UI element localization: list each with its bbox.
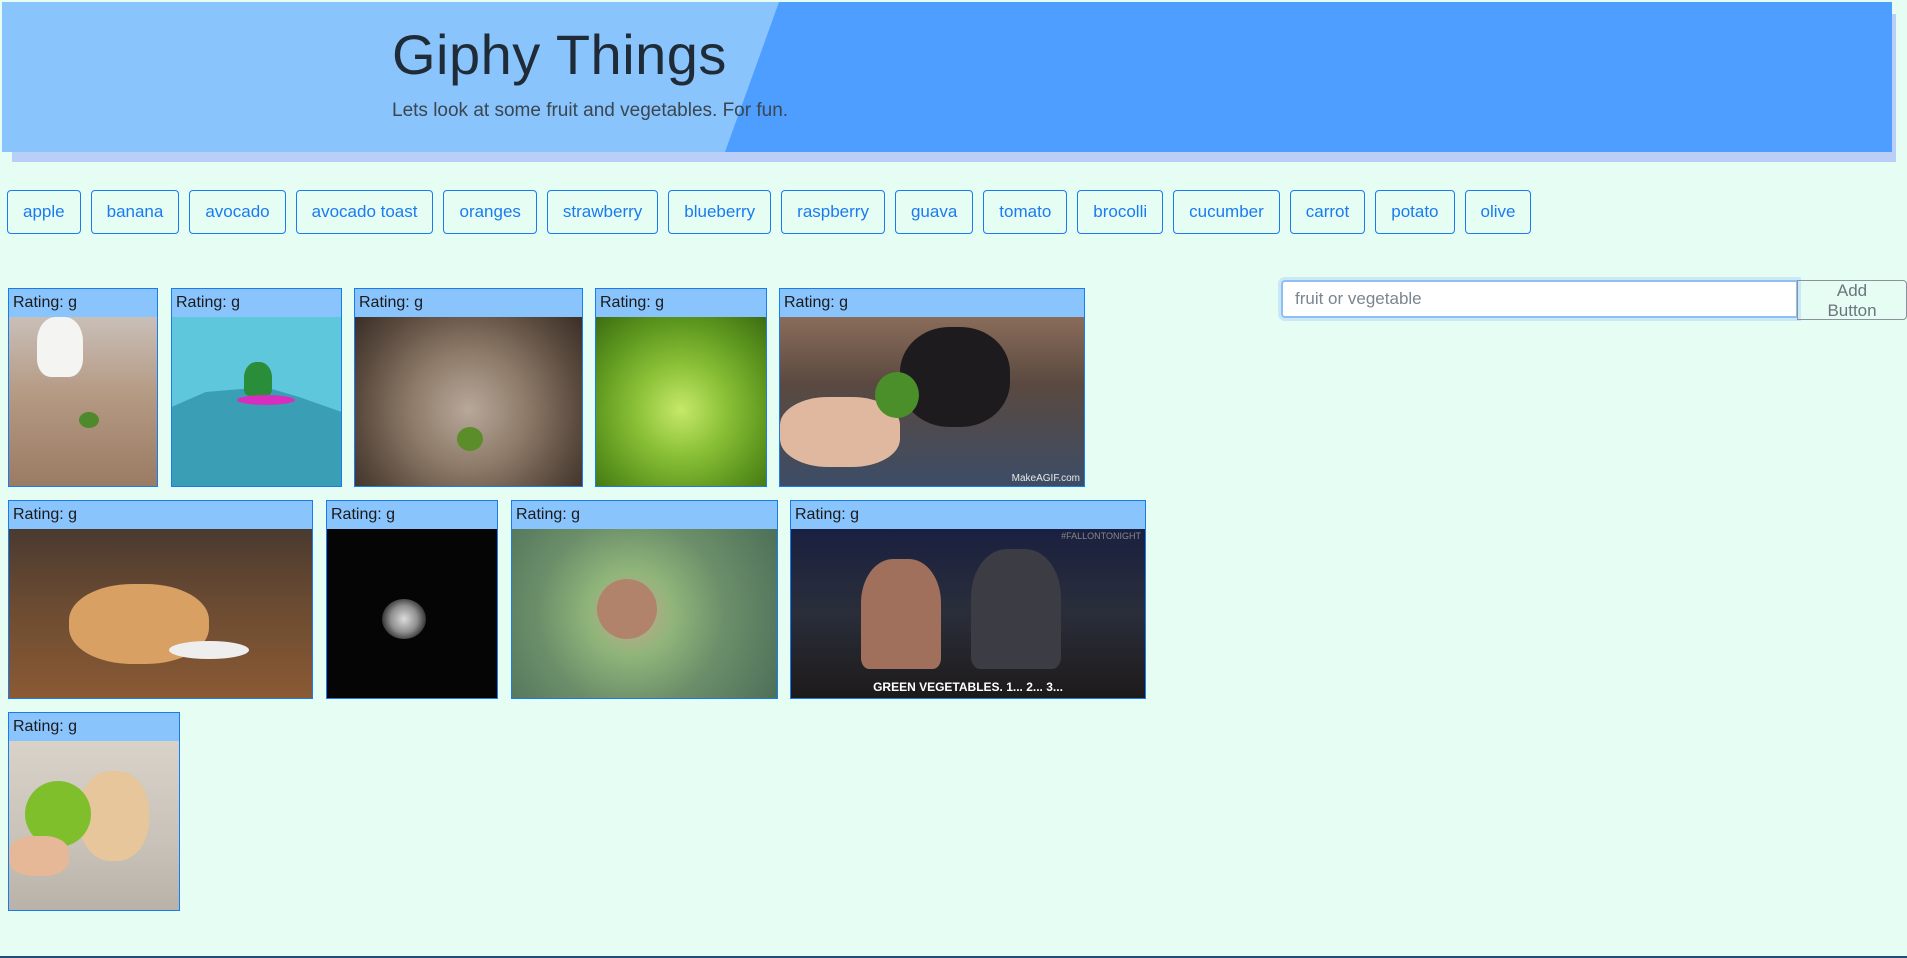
gif-image[interactable]: #FALLONTONIGHT GREEN VEGETABLES. 1... 2..… bbox=[791, 529, 1145, 698]
topic-button-olive[interactable]: olive bbox=[1464, 190, 1532, 234]
gif-rating: Rating: g bbox=[327, 501, 497, 529]
topic-button-carrot[interactable]: carrot bbox=[1289, 190, 1366, 234]
gif-rating: Rating: g bbox=[512, 501, 777, 529]
gif-tag: #FALLONTONIGHT bbox=[1061, 531, 1141, 541]
add-button[interactable]: Add Button bbox=[1797, 280, 1907, 320]
gif-card[interactable]: Rating: g MakeAGIF.com bbox=[779, 288, 1085, 487]
topic-button-guava[interactable]: guava bbox=[894, 190, 974, 234]
gif-rating: Rating: g bbox=[791, 501, 1145, 529]
topic-button-brocolli[interactable]: brocolli bbox=[1077, 190, 1164, 234]
topic-button-strawberry[interactable]: strawberry bbox=[546, 190, 659, 234]
gif-caption: GREEN VEGETABLES. 1... 2... 3... bbox=[873, 680, 1063, 694]
gif-rating: Rating: g bbox=[780, 289, 1084, 317]
gif-rating: Rating: g bbox=[9, 289, 157, 317]
gif-image[interactable] bbox=[327, 529, 497, 698]
header-banner: Giphy Things Lets look at some fruit and… bbox=[2, 2, 1892, 152]
gif-rating: Rating: g bbox=[9, 501, 312, 529]
topic-input[interactable] bbox=[1281, 280, 1799, 318]
gif-card[interactable]: Rating: g bbox=[171, 288, 342, 487]
topic-button-raspberry[interactable]: raspberry bbox=[781, 190, 885, 234]
gif-card[interactable]: Rating: g bbox=[8, 500, 313, 699]
topic-button-cucumber[interactable]: cucumber bbox=[1173, 190, 1280, 234]
gif-card[interactable]: Rating: g #FALLONTONIGHT GREEN VEGETABLES… bbox=[790, 500, 1146, 699]
gif-image[interactable]: MakeAGIF.com bbox=[780, 317, 1084, 486]
gif-rating: Rating: g bbox=[596, 289, 766, 317]
topic-button-blueberry[interactable]: blueberry bbox=[668, 190, 772, 234]
gif-watermark: MakeAGIF.com bbox=[1011, 473, 1080, 484]
gif-card[interactable]: Rating: g bbox=[326, 500, 498, 699]
topic-button-bar: apple banana avocado avocado toast orang… bbox=[7, 190, 1532, 236]
gif-image[interactable] bbox=[172, 317, 341, 486]
gif-card[interactable]: Rating: g bbox=[511, 500, 778, 699]
topic-button-apple[interactable]: apple bbox=[7, 190, 81, 234]
gif-card[interactable]: Rating: g bbox=[8, 288, 158, 487]
gif-rating: Rating: g bbox=[9, 713, 179, 741]
topic-button-oranges[interactable]: oranges bbox=[443, 190, 537, 234]
header-slant bbox=[725, 2, 1892, 152]
topic-button-potato[interactable]: potato bbox=[1375, 190, 1455, 234]
topic-button-avocado-toast[interactable]: avocado toast bbox=[295, 190, 434, 234]
gif-card[interactable]: Rating: g bbox=[595, 288, 767, 487]
topic-button-avocado[interactable]: avocado bbox=[189, 190, 286, 234]
gif-image[interactable] bbox=[512, 529, 777, 698]
gif-card[interactable]: Rating: g bbox=[8, 712, 180, 911]
topic-button-tomato[interactable]: tomato bbox=[983, 190, 1068, 234]
gif-image[interactable] bbox=[9, 529, 312, 698]
page-subtitle: Lets look at some fruit and vegetables. … bbox=[392, 100, 789, 121]
gif-card[interactable]: Rating: g bbox=[354, 288, 583, 487]
gif-image[interactable] bbox=[9, 317, 157, 486]
gif-rating: Rating: g bbox=[355, 289, 582, 317]
gif-rating: Rating: g bbox=[172, 289, 341, 317]
gif-image[interactable] bbox=[596, 317, 766, 486]
add-topic-form: Add Button bbox=[1281, 280, 1907, 320]
gif-image[interactable] bbox=[355, 317, 582, 486]
gif-image[interactable] bbox=[9, 741, 179, 910]
topic-button-banana[interactable]: banana bbox=[90, 190, 180, 234]
page-title: Giphy Things bbox=[392, 23, 727, 86]
